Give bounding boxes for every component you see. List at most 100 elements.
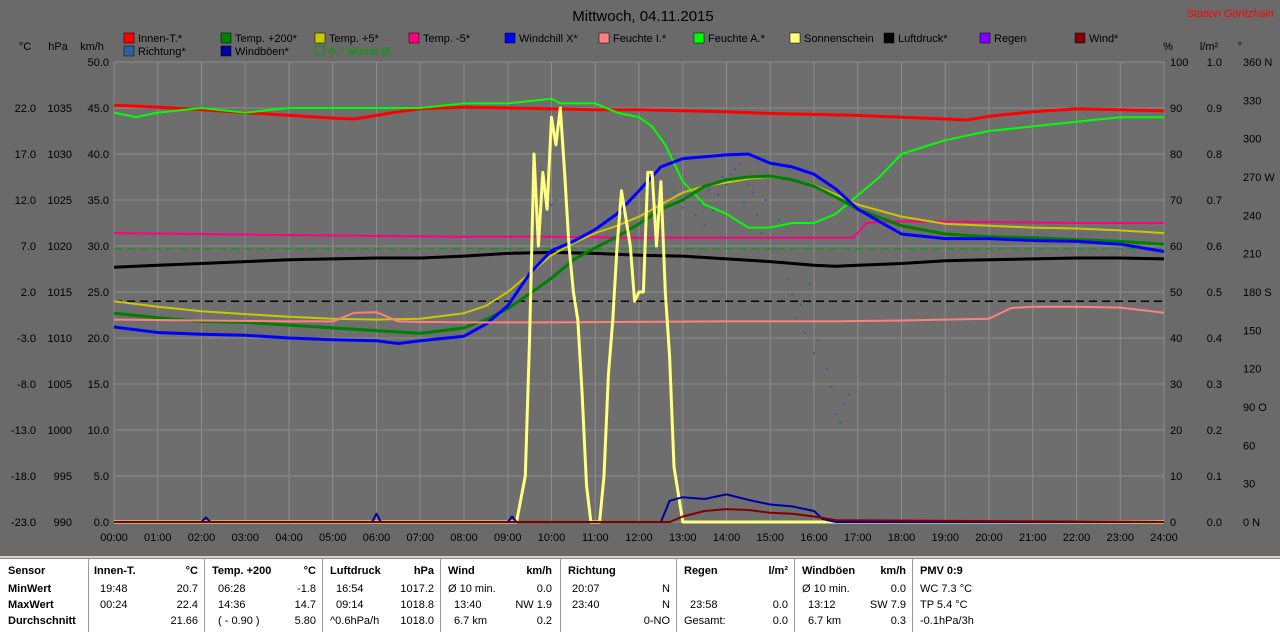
direction-point [554, 199, 557, 201]
legend-swatch [314, 45, 325, 56]
stats-col-sensor: Sensor MinWert MaxWert Durchschnitt [0, 559, 89, 632]
x-tick-label: 00:00 [100, 532, 128, 544]
x-tick-label: 02:00 [188, 532, 216, 544]
direction-point [756, 214, 759, 217]
axis-unit-label: % [1163, 41, 1173, 53]
legend-swatch [1074, 32, 1086, 44]
stats-value: 0.0 [890, 583, 906, 595]
chart-area: 00:00 01:00 02:00 03:00 04:00 05:00 06:00 07:00… [0, 0, 1280, 556]
direction-point [817, 339, 820, 342]
stats-col-wind: Wind km/h Ø 10 min. 13:40 6.7 km 0.0 NW … [440, 559, 561, 632]
stats-col-windboeen: Windböen km/h Ø 10 min. 13:12 6.7 km 0.0… [794, 559, 913, 632]
x-tick-label: 22:00 [1063, 532, 1091, 544]
hpa-tick-label: 1005 [48, 379, 72, 391]
stats-time: Gesamt: [684, 615, 726, 627]
stats-value: 0.0 [536, 583, 552, 595]
percent-tick-label: 0 [1170, 517, 1176, 529]
stats-value: WC 7.3 °C [920, 583, 973, 595]
lm2-tick-label: 0.5 [1207, 287, 1222, 299]
stats-value: SW 7.9 [869, 599, 906, 611]
legend-label: Feuchte I.* [613, 33, 667, 45]
stats-value: 1018.8 [400, 599, 434, 611]
stats-value: 20.7 [176, 583, 198, 595]
legend-swatch [789, 32, 801, 44]
deg-tick-label: 180 S [1243, 287, 1272, 299]
x-tick-label: 24:00 [1150, 532, 1178, 544]
direction-point [778, 219, 780, 222]
direction-point [804, 331, 807, 334]
direction-point [795, 316, 798, 319]
kmh-tick-label: 20.0 [88, 333, 109, 345]
legend-label: Sonnenschein [804, 33, 874, 45]
celsius-tick-label: 12.0 [15, 195, 36, 207]
legend-label: Windböen* [235, 46, 290, 58]
hpa-tick-label: 1015 [48, 287, 72, 299]
legend-swatch [220, 45, 232, 57]
direction-point [743, 201, 745, 204]
stats-value: 0.3 [890, 615, 906, 627]
stats-value: TP 5.4 °C [920, 599, 968, 611]
row-label: MinWert [8, 583, 52, 595]
stats-time: 23:40 [572, 599, 600, 611]
stats-value: 0.0 [772, 615, 788, 627]
legend-swatch [123, 45, 135, 57]
lm2-tick-label: 0.6 [1207, 241, 1222, 253]
percent-tick-label: 60 [1170, 241, 1182, 253]
hpa-tick-label: 995 [54, 471, 72, 483]
legend-swatch [883, 32, 895, 44]
stats-value: NW 1.9 [515, 599, 552, 611]
legend-label: Windchill X* [519, 33, 578, 45]
stats-value: -1.8 [297, 583, 316, 595]
stats-unit: hPa [413, 565, 434, 577]
lm2-tick-label: 0.2 [1207, 425, 1222, 437]
legend-label: Feuchte A.* [708, 33, 766, 45]
direction-point [721, 176, 724, 178]
stats-unit: l/m² [768, 565, 788, 577]
direction-point [681, 206, 684, 209]
stats-unit: °C [185, 565, 198, 577]
stats-col-regen: Regen l/m² 23:58 Gesamt: 0.0 0.0 [676, 559, 795, 632]
percent-tick-label: 100 [1170, 57, 1188, 69]
stats-value: -0.1hPa/3h [920, 615, 974, 627]
celsius-tick-label: 2.0 [21, 287, 36, 299]
celsius-tick-label: -8.0 [17, 379, 36, 391]
stats-value: 22.4 [176, 599, 198, 611]
percent-tick-label: 90 [1170, 103, 1182, 115]
legend-swatch [598, 32, 610, 44]
direction-point [830, 385, 833, 388]
direction-point [791, 293, 794, 296]
direction-point [694, 214, 697, 217]
percent-tick-label: 70 [1170, 195, 1182, 207]
direction-point [843, 403, 846, 406]
direction-point [773, 247, 776, 250]
deg-tick-label: 60 [1243, 440, 1255, 452]
percent-tick-label: 30 [1170, 379, 1182, 391]
stats-value: 0.2 [536, 615, 552, 627]
x-tick-label: 06:00 [363, 532, 391, 544]
stats-time: 23:58 [690, 599, 718, 611]
hpa-tick-label: 1025 [48, 195, 72, 207]
stats-header: Sensor [8, 565, 46, 577]
deg-tick-label: 270 W [1243, 172, 1275, 184]
stats-unit: km/h [880, 565, 906, 577]
stats-time: ^0.6hPa/h [330, 615, 380, 627]
axis-unit-label: km/h [80, 41, 104, 53]
x-tick-label: 03:00 [231, 532, 259, 544]
celsius-tick-label: 17.0 [15, 149, 36, 161]
x-tick-label: 14:00 [713, 532, 741, 544]
stats-time: 00:24 [100, 599, 128, 611]
direction-point [751, 191, 754, 194]
legend-label: 6.7 Monat-Ø [329, 46, 391, 58]
legend-swatch [504, 32, 516, 44]
legend-label: Temp. +5* [329, 33, 380, 45]
stats-header: Temp. +200 [212, 565, 272, 577]
direction-point [813, 352, 815, 355]
x-tick-label: 05:00 [319, 532, 347, 544]
stats-header: Innen-T. [94, 565, 136, 577]
deg-tick-label: 150 [1243, 325, 1261, 337]
deg-tick-label: 90 O [1243, 402, 1267, 414]
stats-header: Regen [684, 565, 718, 577]
kmh-tick-label: 5.0 [94, 471, 109, 483]
stats-value: 1018.0 [400, 615, 434, 627]
legend-label: Temp. +200* [235, 33, 298, 45]
